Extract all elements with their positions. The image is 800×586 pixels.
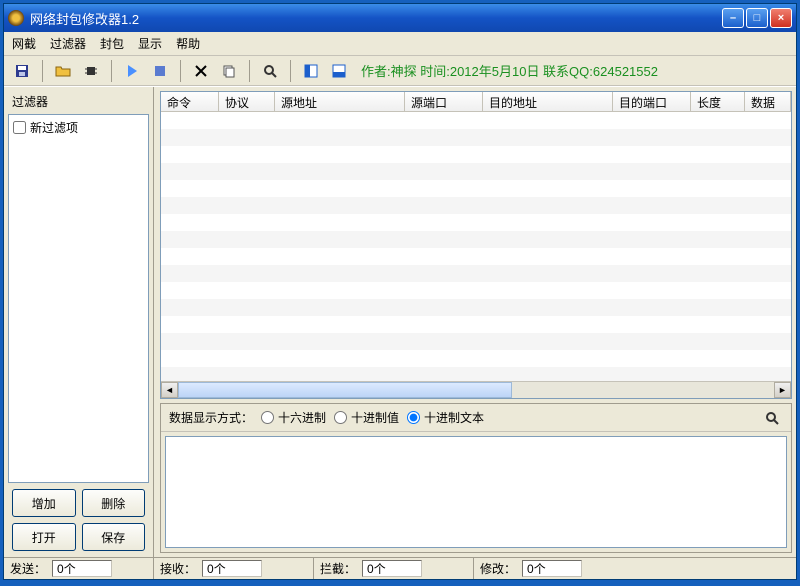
titlebar: 网络封包修改器1.2 – □ × — [4, 4, 796, 32]
radio-decval[interactable]: 十进制值 — [334, 409, 399, 426]
filter-item-label: 新过滤项 — [30, 119, 78, 136]
copy-icon[interactable] — [217, 59, 241, 83]
filter-item[interactable]: 新过滤项 — [13, 119, 144, 136]
toolbar: 作者:神探 时间:2012年5月10日 联系QQ:624521552 — [4, 56, 796, 86]
data-panel: 数据显示方式： 十六进制 十进制值 十进制文本 — [160, 403, 792, 553]
save-button[interactable]: 保存 — [82, 523, 146, 551]
main-area: 命令 协议 源地址 源端口 目的地址 目的端口 长度 数据 ◄ ► — [154, 87, 796, 557]
horizontal-scrollbar[interactable]: ◄ ► — [161, 381, 791, 398]
col-src-port[interactable]: 源端口 — [405, 92, 483, 112]
menu-help[interactable]: 帮助 — [176, 35, 200, 52]
scroll-left-icon[interactable]: ◄ — [161, 382, 178, 398]
status-block-label: 拦截： — [314, 560, 362, 577]
app-icon — [8, 10, 24, 26]
status-modify-value: 0个 — [522, 560, 582, 577]
col-command[interactable]: 命令 — [161, 92, 219, 112]
window-title: 网络封包修改器1.2 — [30, 9, 139, 28]
add-button[interactable]: 增加 — [12, 489, 76, 517]
stop-icon[interactable] — [148, 59, 172, 83]
open-button[interactable]: 打开 — [12, 523, 76, 551]
status-modify-label: 修改： — [474, 560, 522, 577]
menu-capture[interactable]: 网截 — [12, 35, 36, 52]
sidebar: 过滤器 新过滤项 增加 删除 打开 保存 — [4, 87, 154, 557]
sidebar-title: 过滤器 — [8, 91, 149, 112]
statusbar: 发送： 0个 接收： 0个 拦截： 0个 修改： 0个 — [4, 557, 796, 579]
col-protocol[interactable]: 协议 — [219, 92, 275, 112]
menu-filter[interactable]: 过滤器 — [50, 35, 86, 52]
close-button[interactable]: × — [770, 8, 792, 28]
save-icon[interactable] — [10, 59, 34, 83]
col-length[interactable]: 长度 — [691, 92, 745, 112]
menu-packet[interactable]: 封包 — [100, 35, 124, 52]
minimize-button[interactable]: – — [722, 8, 744, 28]
delete-icon[interactable] — [189, 59, 213, 83]
col-src-addr[interactable]: 源地址 — [275, 92, 405, 112]
status-recv-label: 接收： — [154, 560, 202, 577]
menubar: 网截 过滤器 封包 显示 帮助 — [4, 32, 796, 56]
status-block-value: 0个 — [362, 560, 422, 577]
scroll-thumb[interactable] — [178, 382, 512, 398]
open-icon[interactable] — [51, 59, 75, 83]
table-body[interactable] — [161, 112, 791, 381]
col-dst-port[interactable]: 目的端口 — [613, 92, 691, 112]
radio-dectxt-input[interactable] — [407, 411, 420, 424]
author-info: 作者:神探 时间:2012年5月10日 联系QQ:624521552 — [361, 61, 658, 80]
scroll-right-icon[interactable]: ► — [774, 382, 791, 398]
search-icon[interactable] — [258, 59, 282, 83]
delete-button[interactable]: 删除 — [82, 489, 146, 517]
maximize-button[interactable]: □ — [746, 8, 768, 28]
table-header-row: 命令 协议 源地址 源端口 目的地址 目的端口 长度 数据 — [161, 92, 791, 112]
filter-tree[interactable]: 新过滤项 — [8, 114, 149, 483]
format-label: 数据显示方式： — [169, 409, 253, 426]
packet-table[interactable]: 命令 协议 源地址 源端口 目的地址 目的端口 长度 数据 ◄ ► — [160, 91, 792, 399]
radio-decval-input[interactable] — [334, 411, 347, 424]
status-recv-value: 0个 — [202, 560, 262, 577]
format-bar: 数据显示方式： 十六进制 十进制值 十进制文本 — [161, 404, 791, 432]
play-icon[interactable] — [120, 59, 144, 83]
radio-hex[interactable]: 十六进制 — [261, 409, 326, 426]
data-textarea[interactable] — [165, 436, 787, 548]
status-send-value: 0个 — [52, 560, 112, 577]
data-search-icon[interactable] — [761, 407, 783, 429]
radio-dectxt[interactable]: 十进制文本 — [407, 409, 484, 426]
layout1-icon[interactable] — [299, 59, 323, 83]
layout2-icon[interactable] — [327, 59, 351, 83]
filter-checkbox[interactable] — [13, 121, 26, 134]
radio-hex-input[interactable] — [261, 411, 274, 424]
col-dst-addr[interactable]: 目的地址 — [483, 92, 613, 112]
menu-display[interactable]: 显示 — [138, 35, 162, 52]
col-data[interactable]: 数据 — [745, 92, 791, 112]
chip-icon[interactable] — [79, 59, 103, 83]
status-send-label: 发送： — [4, 560, 52, 577]
